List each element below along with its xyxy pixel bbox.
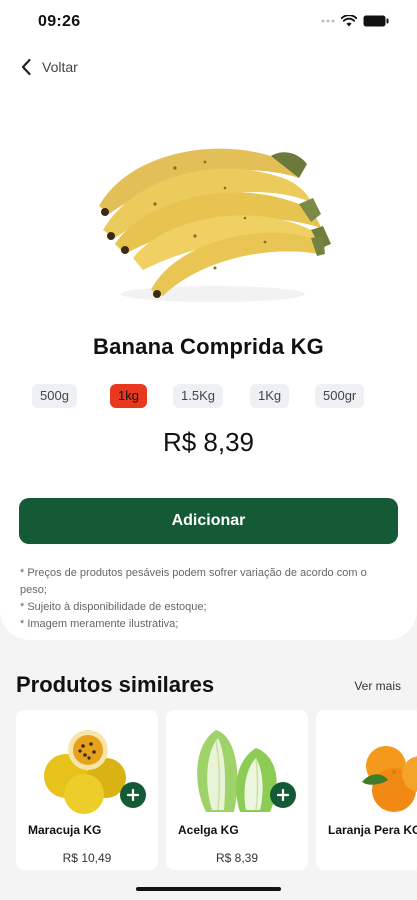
back-button[interactable]: Voltar <box>20 58 78 76</box>
see-more-link[interactable]: Ver mais <box>354 679 401 693</box>
disclaimer-weight-variation: * Preços de produtos pesáveis podem sofr… <box>20 567 367 596</box>
home-indicator <box>136 887 281 891</box>
product-card-price: R$ 8,39 <box>215 851 259 865</box>
add-to-cart-button[interactable]: Adicionar <box>19 498 398 544</box>
orange-icon <box>362 746 417 812</box>
status-time: 09:26 <box>38 13 81 30</box>
similar-products-list: Maracuja KG R$ 10,49 Acelga KG R$ 8,39 L… <box>16 710 417 870</box>
product-card[interactable]: Laranja Pera KG <box>316 710 417 870</box>
product-detail-card <box>0 0 417 640</box>
weight-option-1kg-selected[interactable]: 1kg <box>110 384 147 408</box>
status-icons <box>321 15 389 27</box>
disclaimer-stock: * Sujeito à disponibilidade de estoque; <box>20 601 207 613</box>
disclaimer-image: * Imagem meramente ilustrativa; <box>20 618 179 630</box>
weight-options: 500g 1kg 1.5Kg 1Kg 500gr <box>0 384 417 408</box>
signal-dots-icon <box>321 19 335 23</box>
battery-icon <box>363 15 389 27</box>
weight-option-1kg[interactable]: 1Kg <box>250 384 290 408</box>
add-similar-button[interactable] <box>270 782 296 808</box>
chevron-left-icon <box>21 58 31 76</box>
product-card[interactable]: Maracuja KG R$ 10,49 <box>16 710 158 870</box>
plus-icon <box>277 789 289 801</box>
add-similar-button[interactable] <box>120 782 146 808</box>
weight-option-500gr[interactable]: 500gr <box>315 384 365 408</box>
plus-icon <box>127 789 139 801</box>
product-title: Banana Comprida KG <box>93 334 324 359</box>
disclaimer-list: * Preços de produtos pesáveis podem sofr… <box>20 565 370 633</box>
wifi-icon <box>341 15 357 27</box>
similar-products-title: Produtos similares <box>16 672 215 697</box>
status-bar: 09:26 <box>0 0 417 46</box>
product-card-name: Acelga KG <box>178 823 239 837</box>
product-card-name: Maracuja KG <box>28 823 102 837</box>
product-card-price: R$ 10,49 <box>62 851 112 865</box>
product-card[interactable]: Acelga KG R$ 8,39 <box>166 710 308 870</box>
product-price: R$ 8,39 <box>162 427 255 457</box>
weight-option-1-5kg[interactable]: 1.5Kg <box>173 384 223 408</box>
weight-option-500g[interactable]: 500g <box>32 384 77 408</box>
product-card-name: Laranja Pera KG <box>328 823 417 837</box>
banana-product-image <box>99 148 331 302</box>
back-label: Voltar <box>42 59 78 75</box>
